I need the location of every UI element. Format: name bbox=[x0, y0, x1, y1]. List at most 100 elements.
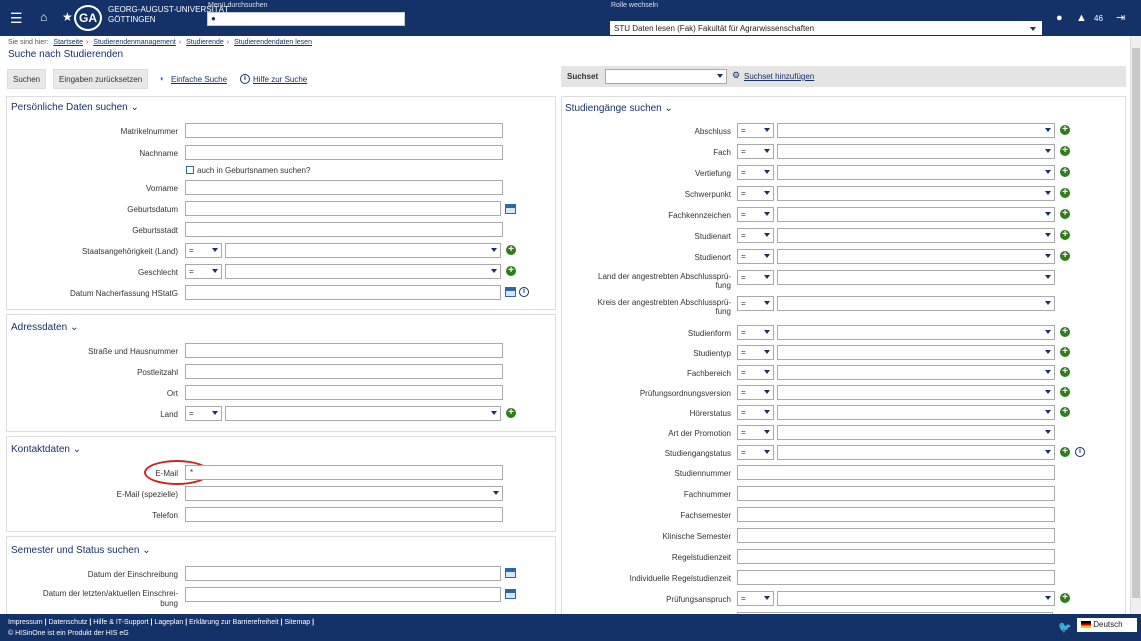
study2-2-select[interactable] bbox=[777, 365, 1055, 380]
study-text-input-5[interactable] bbox=[737, 570, 1055, 585]
add-plus-icon[interactable]: + bbox=[1060, 447, 1070, 457]
ort-input[interactable] bbox=[185, 385, 503, 400]
study2-1-select[interactable] bbox=[777, 345, 1055, 360]
add-plus-icon[interactable]: + bbox=[1060, 327, 1070, 337]
birthname-checkbox[interactable] bbox=[186, 166, 194, 174]
study2-2-operator-select[interactable]: = bbox=[737, 365, 774, 380]
study-3-operator-select[interactable]: = bbox=[737, 186, 774, 201]
calendar-icon[interactable] bbox=[505, 568, 516, 578]
footer-hilfe[interactable]: Hilfe & IT-Support bbox=[93, 619, 148, 626]
add-plus-icon[interactable]: + bbox=[1060, 347, 1070, 357]
home-icon[interactable]: ⌂ bbox=[40, 10, 47, 24]
study2-6-operator-select[interactable]: = bbox=[737, 445, 774, 460]
add-plus-icon[interactable]: + bbox=[1060, 387, 1070, 397]
study-text-input-0[interactable] bbox=[737, 465, 1055, 480]
semester-title[interactable]: Semester und Status suchen ⌄ bbox=[11, 545, 151, 556]
plz-input[interactable] bbox=[185, 364, 503, 379]
staat-select[interactable] bbox=[225, 243, 501, 258]
land-operator-select[interactable]: = bbox=[185, 406, 222, 421]
role-select[interactable]: STU Daten lesen (Fak) Fakultät für Agrar… bbox=[610, 21, 1042, 35]
kreis-abschluss-select[interactable] bbox=[777, 296, 1055, 311]
add-plus-icon[interactable]: + bbox=[1060, 251, 1070, 261]
logout-icon[interactable]: ⇥ bbox=[1116, 11, 1125, 24]
study-text-input-2[interactable] bbox=[737, 507, 1055, 522]
calendar-icon[interactable] bbox=[505, 589, 516, 599]
rueckmeldung-input[interactable] bbox=[185, 587, 501, 602]
suchset-select[interactable] bbox=[605, 69, 727, 84]
menu-search-input[interactable]: ● bbox=[207, 12, 405, 26]
geschlecht-select[interactable] bbox=[225, 264, 501, 279]
study-text-input-1[interactable] bbox=[737, 486, 1055, 501]
footer-datenschutz[interactable]: Datenschutz bbox=[49, 619, 88, 626]
kreis-abschluss-operator-select[interactable]: = bbox=[737, 296, 774, 311]
staat-operator-select[interactable]: = bbox=[185, 243, 222, 258]
reset-button[interactable]: Eingaben zurücksetzen bbox=[53, 69, 149, 89]
university-logo[interactable]: GA bbox=[74, 5, 102, 31]
add-plus-icon[interactable]: + bbox=[1060, 146, 1070, 156]
telefon-input[interactable] bbox=[185, 507, 503, 522]
contact-title[interactable]: Kontaktdaten ⌄ bbox=[11, 444, 81, 455]
breadcrumb-studierendenmanagement[interactable]: Studierendenmanagement bbox=[93, 39, 176, 46]
simple-search-link[interactable]: Einfache Suche bbox=[171, 75, 227, 84]
help-search-link[interactable]: Hilfe zur Suche bbox=[253, 75, 307, 84]
footer-barrierefreiheit[interactable]: Erklärung zur Barrierefreiheit bbox=[189, 619, 278, 626]
personal-title[interactable]: Persönliche Daten suchen ⌄ bbox=[11, 102, 139, 113]
breadcrumb-startseite[interactable]: Startseite bbox=[53, 39, 83, 46]
vorname-input[interactable] bbox=[185, 180, 503, 195]
study-6-operator-select[interactable]: = bbox=[737, 249, 774, 264]
page-scrollbar[interactable] bbox=[1130, 36, 1141, 614]
info-icon[interactable]: i bbox=[519, 287, 529, 297]
study-title[interactable]: Studiengänge suchen ⌄ bbox=[565, 103, 673, 114]
add-plus-icon[interactable]: + bbox=[1060, 188, 1070, 198]
land-abschluss-select[interactable] bbox=[777, 270, 1055, 285]
add-plus-icon[interactable]: + bbox=[1060, 407, 1070, 417]
geburtsdatum-input[interactable] bbox=[185, 201, 501, 216]
info-icon[interactable]: i bbox=[1075, 447, 1085, 457]
hamburger-menu-icon[interactable]: ☰ bbox=[10, 10, 23, 27]
study-1-select[interactable] bbox=[777, 144, 1055, 159]
calendar-icon[interactable] bbox=[505, 204, 516, 214]
einschreibung-input[interactable] bbox=[185, 566, 501, 581]
land-abschluss-operator-select[interactable]: = bbox=[737, 270, 774, 285]
add-plus-icon[interactable]: + bbox=[506, 408, 516, 418]
nachname-input[interactable] bbox=[185, 145, 503, 160]
study2-4-operator-select[interactable]: = bbox=[737, 405, 774, 420]
twitter-icon[interactable]: 🐦 bbox=[1058, 621, 1072, 634]
study-text-input-4[interactable] bbox=[737, 549, 1055, 564]
study-4-operator-select[interactable]: = bbox=[737, 207, 774, 222]
footer-lageplan[interactable]: Lageplan bbox=[154, 619, 183, 626]
study-6-select[interactable] bbox=[777, 249, 1055, 264]
study-5-operator-select[interactable]: = bbox=[737, 228, 774, 243]
study2-0-operator-select[interactable]: = bbox=[737, 325, 774, 340]
study-0-operator-select[interactable]: = bbox=[737, 123, 774, 138]
study2-4-select[interactable] bbox=[777, 405, 1055, 420]
add-plus-icon[interactable]: + bbox=[1060, 230, 1070, 240]
study-text-input-3[interactable] bbox=[737, 528, 1055, 543]
footer-sitemap[interactable]: Sitemap bbox=[284, 619, 310, 626]
nacherfassung-input[interactable] bbox=[185, 285, 501, 300]
notification-count[interactable]: 46 bbox=[1094, 14, 1103, 23]
add-plus-icon[interactable]: + bbox=[506, 245, 516, 255]
scrollbar-thumb[interactable] bbox=[1132, 48, 1140, 598]
study2-1-operator-select[interactable]: = bbox=[737, 345, 774, 360]
email-input[interactable]: * bbox=[185, 465, 503, 480]
study-3-select[interactable] bbox=[777, 186, 1055, 201]
language-button[interactable]: Deutsch bbox=[1077, 618, 1137, 632]
land-select[interactable] bbox=[225, 406, 501, 421]
study-0-select[interactable] bbox=[777, 123, 1055, 138]
study2-5-select[interactable] bbox=[777, 425, 1055, 440]
strasse-input[interactable] bbox=[185, 343, 503, 358]
add-plus-icon[interactable]: + bbox=[1060, 367, 1070, 377]
add-suchset-link[interactable]: Suchset hinzufügen bbox=[744, 72, 814, 81]
user-icon[interactable]: ● bbox=[1056, 12, 1063, 24]
email-special-select[interactable] bbox=[185, 486, 503, 501]
add-plus-icon[interactable]: + bbox=[1060, 593, 1070, 603]
study-2-select[interactable] bbox=[777, 165, 1055, 180]
add-plus-icon[interactable]: + bbox=[1060, 167, 1070, 177]
search-button[interactable]: Suchen bbox=[7, 69, 47, 89]
study2-5-operator-select[interactable]: = bbox=[737, 425, 774, 440]
bell-icon[interactable]: ▲ bbox=[1076, 12, 1087, 24]
study2-0-select[interactable] bbox=[777, 325, 1055, 340]
add-plus-icon[interactable]: + bbox=[1060, 125, 1070, 135]
study2-3-select[interactable] bbox=[777, 385, 1055, 400]
